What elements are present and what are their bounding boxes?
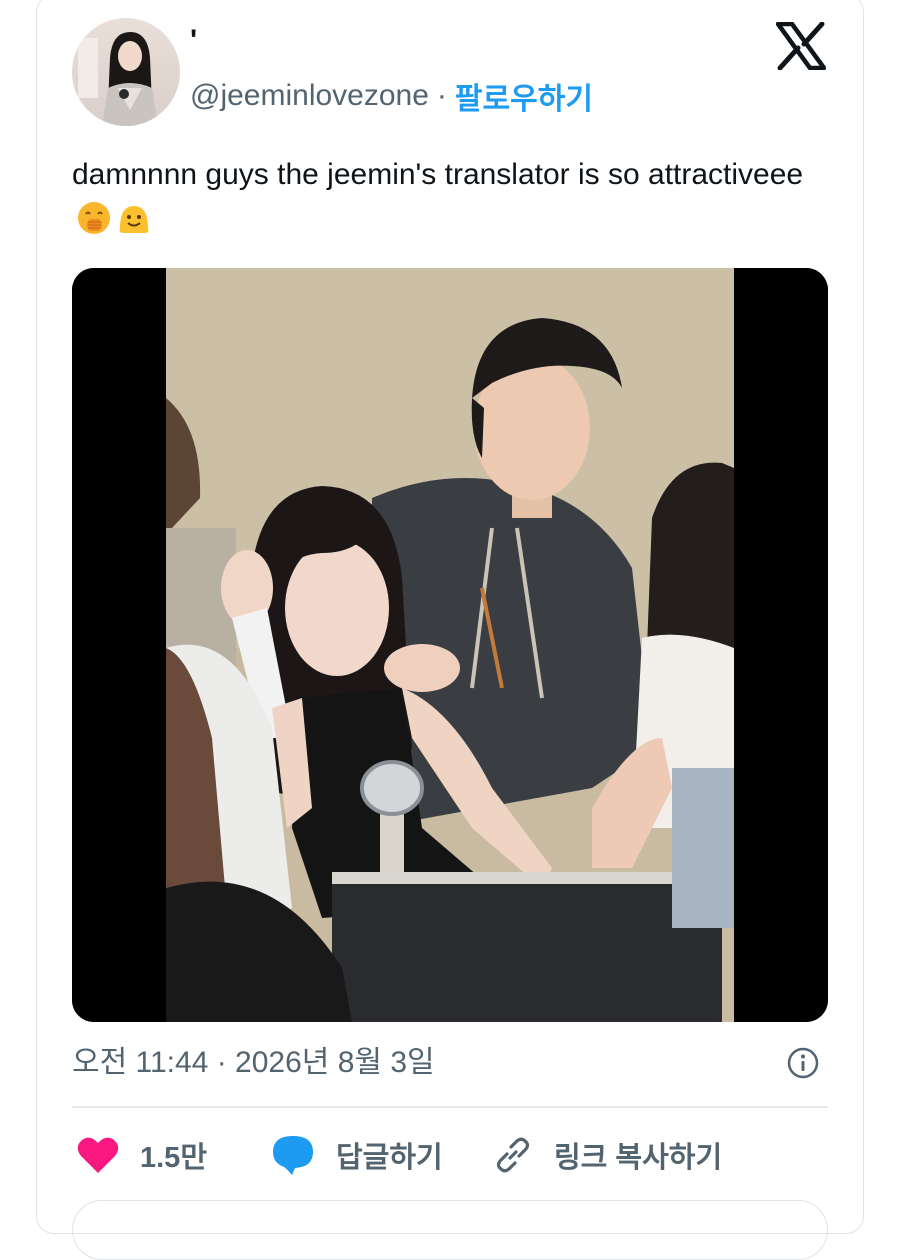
tweet-body: damnnnn guys the jeemin's translator is … <box>72 158 804 191</box>
follow-button[interactable]: 팔로우하기 <box>455 74 593 118</box>
divider <box>72 1106 828 1108</box>
tweet-media[interactable] <box>72 268 828 1022</box>
read-replies-button[interactable] <box>72 1200 828 1260</box>
author-handle[interactable]: @jeeminlovezone <box>190 79 429 113</box>
reply-button[interactable]: 답글하기 <box>270 1133 443 1177</box>
copy-link-label: 링크 복사하기 <box>554 1142 723 1174</box>
author-avatar[interactable] <box>72 18 180 126</box>
tweet-timestamp[interactable]: 오전 11:44 · 2026년 8월 3일 <box>72 1043 435 1083</box>
author-display-name[interactable]: ' <box>190 24 197 58</box>
like-button[interactable]: 1.5만 <box>76 1133 207 1177</box>
reply-label: 답글하기 <box>336 1142 443 1174</box>
heart-icon <box>77 1137 119 1173</box>
x-logo-icon[interactable] <box>775 21 827 71</box>
author-handle-row: @jeeminlovezone · 팔로우하기 <box>190 76 593 116</box>
info-icon[interactable] <box>786 1046 820 1080</box>
like-count: 1.5만 <box>140 1142 207 1174</box>
tweet-text: damnnnn guys the jeemin's translator is … <box>72 153 832 241</box>
reply-bubble-icon <box>273 1136 313 1175</box>
copy-link-button[interactable]: 링크 복사하기 <box>492 1133 722 1177</box>
face-with-hand-over-mouth-icon <box>76 200 112 236</box>
melting-face-icon <box>116 200 152 236</box>
separator-dot: · <box>436 79 447 112</box>
link-icon <box>496 1137 530 1173</box>
